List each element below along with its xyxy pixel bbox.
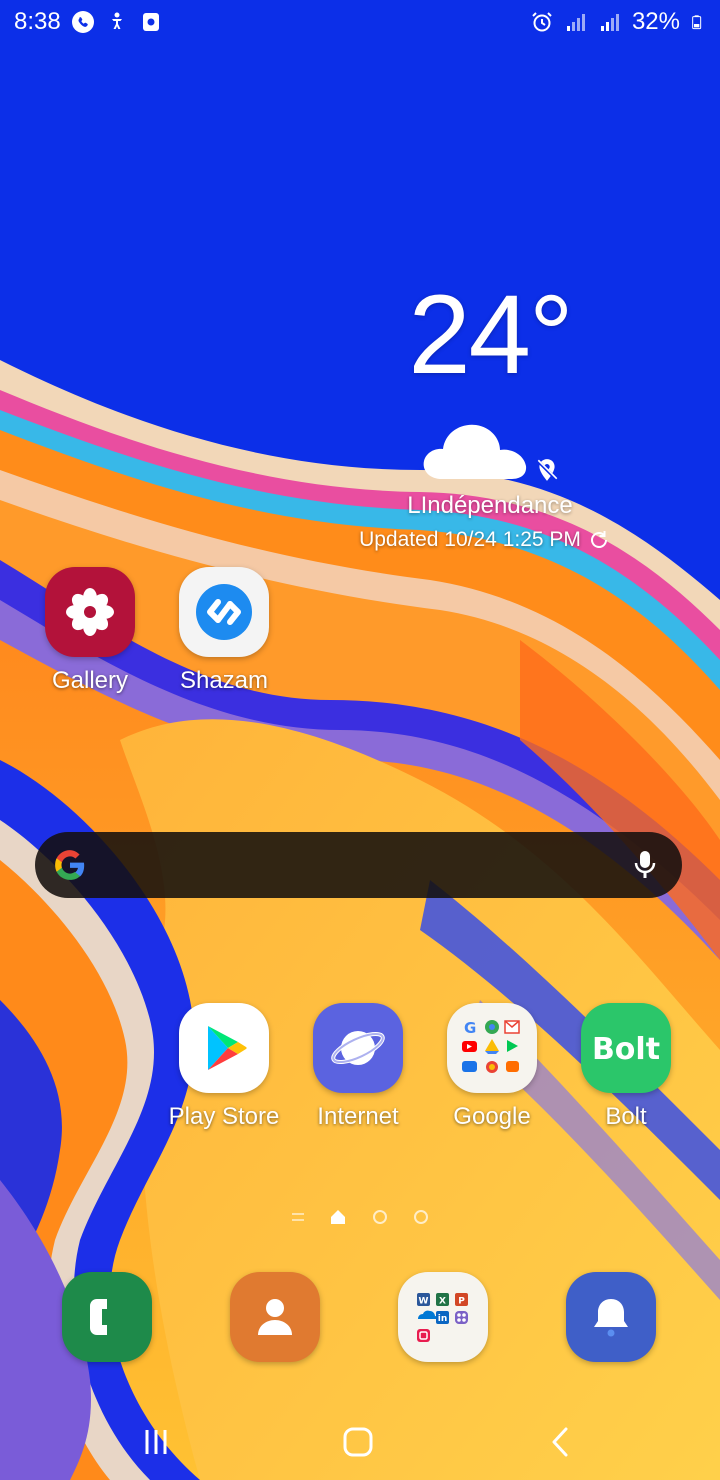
app-internet[interactable]: Internet <box>293 1003 423 1131</box>
svg-text:G: G <box>464 1019 476 1037</box>
app-google-folder[interactable]: G Google <box>427 1003 557 1131</box>
play-store-icon <box>179 1003 269 1093</box>
back-button[interactable] <box>540 1422 580 1462</box>
dock-contacts[interactable] <box>230 1272 320 1362</box>
app-label: Play Store <box>168 1103 280 1130</box>
svg-text:Bolt: Bolt <box>592 1032 660 1067</box>
page-indicator-list-icon <box>292 1213 304 1221</box>
page-indicator-dot <box>413 1210 428 1224</box>
dock-notification-bell[interactable] <box>566 1272 656 1362</box>
home-button[interactable] <box>338 1422 378 1462</box>
cloud-icon <box>423 424 526 479</box>
search-input[interactable] <box>101 851 620 879</box>
temperature: 24° <box>408 272 573 397</box>
refresh-icon[interactable] <box>587 528 611 552</box>
accessibility-icon <box>111 12 122 29</box>
phone-icon <box>90 1299 107 1335</box>
dock-microsoft-folder[interactable]: W X P in <box>398 1272 488 1362</box>
app-gallery[interactable]: Gallery <box>25 567 155 695</box>
gallery-icon <box>45 567 135 657</box>
signal-icon <box>600 14 619 31</box>
contacts-icon <box>258 1299 292 1335</box>
app-label: Google <box>453 1103 531 1130</box>
location-off-icon <box>536 459 559 481</box>
weather-updated-row: Updated 10/24 1:25 PM <box>340 528 630 552</box>
wallpaper <box>0 0 720 1480</box>
alarm-icon <box>532 12 552 32</box>
weather-location: LIndépendance <box>407 492 573 519</box>
notification-bell-icon <box>594 1299 628 1337</box>
page-indicator-home-icon <box>331 1210 346 1224</box>
shazam-icon <box>179 567 269 657</box>
signal-icon <box>566 14 585 31</box>
dock-phone[interactable] <box>62 1272 152 1362</box>
app-play-store[interactable]: Play Store <box>159 1003 289 1131</box>
app-shazam[interactable]: Shazam <box>159 567 289 695</box>
app-label: Bolt <box>605 1103 647 1130</box>
svg-text:W: W <box>419 1297 429 1307</box>
battery-icon <box>692 15 702 30</box>
microsoft-folder-icon: W X P in <box>417 1293 468 1342</box>
svg-text:X: X <box>439 1297 446 1307</box>
battery-percent: 32% <box>631 8 680 35</box>
bolt-icon: Bolt <box>581 1003 671 1093</box>
google-folder-icon: G <box>447 1003 537 1093</box>
svg-text:P: P <box>458 1297 465 1307</box>
page-indicator-dot <box>372 1210 387 1224</box>
weather-updated-text: Updated 10/24 1:25 PM <box>359 528 581 551</box>
phone-call-icon <box>71 11 94 33</box>
page-indicator[interactable] <box>290 1206 430 1228</box>
google-g-icon <box>55 850 85 880</box>
svg-text:in: in <box>438 1314 448 1324</box>
app-label: Internet <box>317 1103 399 1130</box>
mic-icon[interactable] <box>634 850 656 880</box>
app-bolt[interactable]: Bolt Bolt <box>561 1003 691 1131</box>
app-label: Shazam <box>179 667 269 694</box>
recents-button[interactable] <box>136 1422 176 1462</box>
navigation-bar <box>0 1400 720 1480</box>
screen-recorder-icon <box>142 13 159 31</box>
app-label: Gallery <box>51 667 129 694</box>
internet-icon <box>313 1003 403 1093</box>
google-search-bar[interactable] <box>35 832 682 898</box>
status-time: 8:38 <box>14 8 61 35</box>
status-bar: 8:38 32% <box>0 0 720 44</box>
weather-widget[interactable]: 24° LIndépendance Updated 10/24 1:25 PM <box>350 275 630 552</box>
